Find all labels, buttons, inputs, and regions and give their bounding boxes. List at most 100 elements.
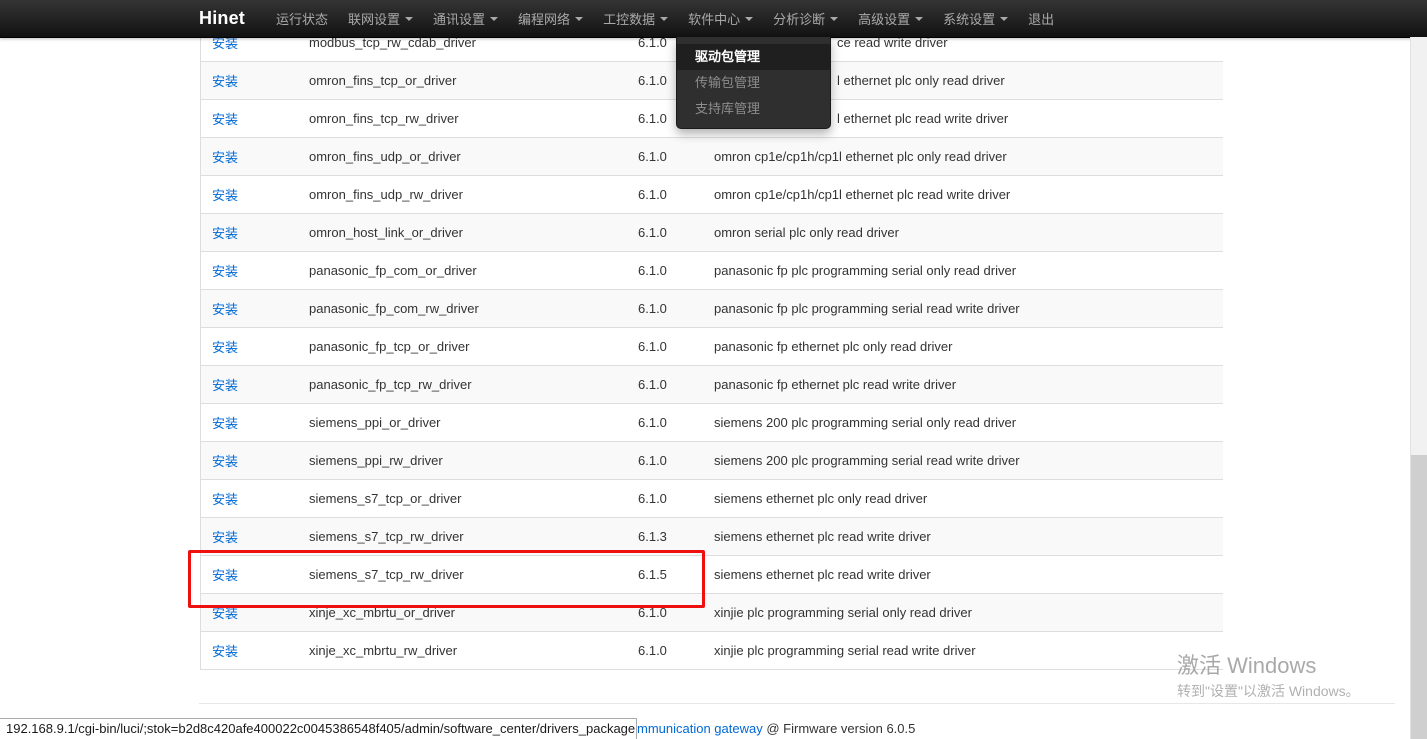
nav-item-label: 运行状态 bbox=[276, 9, 328, 28]
driver-description: panasonic fp ethernet plc read write dri… bbox=[706, 377, 1223, 392]
nav-item-label: 编程网络 bbox=[518, 9, 570, 28]
nav-item-label: 联网设置 bbox=[348, 9, 400, 28]
nav-item-label: 软件中心 bbox=[688, 9, 740, 28]
vertical-scrollbar-track[interactable] bbox=[1410, 37, 1427, 739]
table-row: 安装siemens_ppi_or_driver6.1.0siemens 200 … bbox=[201, 404, 1223, 442]
nav-item-industrial-data[interactable]: 工控数据 bbox=[593, 0, 678, 37]
table-row: 安装omron_fins_udp_or_driver6.1.0omron cp1… bbox=[201, 138, 1223, 176]
table-row: 安装 xinje_xc_mbrtu_rw_driver6.1.0xinjie pl… bbox=[201, 632, 1223, 670]
driver-description: panasonic fp plc programming serial only… bbox=[706, 263, 1223, 278]
driver-version: 6.1.0 bbox=[631, 377, 706, 392]
driver-name: panasonic_fp_com_or_driver bbox=[301, 263, 631, 278]
driver-name: panasonic_fp_com_rw_driver bbox=[301, 301, 631, 316]
install-link[interactable]: 安装 bbox=[212, 606, 238, 621]
top-navbar: Hinet 运行状态联网设置通讯设置编程网络工控数据软件中心分析诊断高级设置系统… bbox=[0, 0, 1427, 38]
install-link[interactable]: 安装 bbox=[212, 36, 238, 51]
table-row: 安装siemens_s7_tcp_rw_driver6.1.3siemens e… bbox=[201, 518, 1223, 556]
driver-description: siemens ethernet plc only read driver bbox=[706, 491, 1223, 506]
driver-description: xinjie plc programming serial only read … bbox=[706, 605, 1223, 620]
driver-name: siemens_s7_tcp_or_driver bbox=[301, 491, 631, 506]
nav-item-software-center[interactable]: 软件中心 bbox=[678, 0, 763, 37]
table-row: 安装omron_host_link_or_driver6.1.0omron se… bbox=[201, 214, 1223, 252]
driver-description: xinjie plc programming serial read write… bbox=[706, 643, 1223, 658]
dropdown-item-driver-package[interactable]: 驱动包管理 bbox=[677, 44, 830, 70]
table-row: 安装siemens_s7_tcp_or_driver6.1.0siemens e… bbox=[201, 480, 1223, 518]
install-cell: 安装 bbox=[201, 185, 301, 204]
driver-name: panasonic_fp_tcp_rw_driver bbox=[301, 377, 631, 392]
dropdown-item-support-library[interactable]: 支持库管理 bbox=[677, 96, 830, 122]
table-row: 安装 siemens_s7_tcp_rw_driver6.1.5siemens e… bbox=[201, 556, 1223, 594]
driver-description: omron cp1e/cp1h/cp1l ethernet plc read w… bbox=[706, 187, 1223, 202]
driver-description: siemens ethernet plc read write driver bbox=[706, 567, 1223, 582]
install-cell: 安装 bbox=[201, 147, 301, 166]
table-row: 安装panasonic_fp_tcp_or_driver6.1.0panason… bbox=[201, 328, 1223, 366]
vertical-scrollbar-thumb[interactable] bbox=[1411, 455, 1427, 739]
driver-version: 6.1.0 bbox=[631, 263, 706, 278]
driver-name: xinje_xc_mbrtu_rw_driver bbox=[301, 643, 631, 658]
table-row: 安装 xinje_xc_mbrtu_or_driver6.1.0xinjie pl… bbox=[201, 594, 1223, 632]
driver-version: 6.1.0 bbox=[631, 225, 706, 240]
nav-item-run-status[interactable]: 运行状态 bbox=[266, 0, 338, 37]
install-cell: 安装 bbox=[201, 299, 301, 318]
driver-name: siemens_s7_tcp_rw_driver bbox=[301, 529, 631, 544]
install-link[interactable]: 安装 bbox=[212, 302, 238, 317]
install-link[interactable]: 安装 bbox=[212, 530, 238, 545]
nav-item-comm-setup[interactable]: 通讯设置 bbox=[423, 0, 508, 37]
nav-item-prog-network[interactable]: 编程网络 bbox=[508, 0, 593, 37]
install-cell: 安装 bbox=[201, 565, 301, 584]
driver-version: 6.1.0 bbox=[631, 453, 706, 468]
nav-item-label: 分析诊断 bbox=[773, 9, 825, 28]
footer-text: mmunication gateway @ Firmware version 6… bbox=[637, 721, 915, 736]
install-link[interactable]: 安装 bbox=[212, 74, 238, 89]
driver-version: 6.1.0 bbox=[631, 339, 706, 354]
install-cell: 安装 bbox=[201, 337, 301, 356]
install-link[interactable]: 安装 bbox=[212, 568, 238, 583]
driver-name: omron_fins_udp_or_driver bbox=[301, 149, 631, 164]
install-link[interactable]: 安装 bbox=[212, 150, 238, 165]
nav-item-network-setup[interactable]: 联网设置 bbox=[338, 0, 423, 37]
driver-name: panasonic_fp_tcp_or_driver bbox=[301, 339, 631, 354]
page: { "navbar": { "brand": "Hinet", "items":… bbox=[0, 0, 1427, 739]
install-cell: 安装 bbox=[201, 603, 301, 622]
caret-down-icon bbox=[745, 17, 753, 21]
caret-down-icon bbox=[490, 17, 498, 21]
software-center-dropdown: 驱动包管理传输包管理支持库管理 bbox=[676, 37, 831, 129]
install-link[interactable]: 安装 bbox=[212, 416, 238, 431]
driver-name: xinje_xc_mbrtu_or_driver bbox=[301, 605, 631, 620]
driver-version: 6.1.0 bbox=[631, 605, 706, 620]
nav-item-label: 退出 bbox=[1028, 9, 1054, 28]
driver-description: siemens 200 plc programming serial only … bbox=[706, 415, 1223, 430]
table-row: 安装 panasonic_fp_com_or_driver6.1.0panason… bbox=[201, 252, 1223, 290]
install-link[interactable]: 安装 bbox=[212, 112, 238, 127]
driver-description: omron cp1e/cp1h/cp1l ethernet plc only r… bbox=[706, 149, 1223, 164]
nav-item-advanced-setup[interactable]: 高级设置 bbox=[848, 0, 933, 37]
dropdown-item-transfer-package[interactable]: 传输包管理 bbox=[677, 70, 830, 96]
driver-name: omron_host_link_or_driver bbox=[301, 225, 631, 240]
install-link[interactable]: 安装 bbox=[212, 644, 238, 659]
driver-name: siemens_s7_tcp_rw_driver bbox=[301, 567, 631, 582]
gateway-link[interactable]: mmunication gateway bbox=[637, 721, 763, 736]
nav-item-label: 工控数据 bbox=[603, 9, 655, 28]
nav-item-analysis-diag[interactable]: 分析诊断 bbox=[763, 0, 848, 37]
driver-name: omron_fins_tcp_rw_driver bbox=[301, 111, 631, 126]
nav-item-label: 系统设置 bbox=[943, 9, 995, 28]
caret-down-icon bbox=[915, 17, 923, 21]
table-row: 安装omron_fins_udp_rw_driver6.1.0omron cp1… bbox=[201, 176, 1223, 214]
install-link[interactable]: 安装 bbox=[212, 378, 238, 393]
driver-version: 6.1.0 bbox=[631, 643, 706, 658]
install-link[interactable]: 安装 bbox=[212, 264, 238, 279]
install-cell: 安装 bbox=[201, 223, 301, 242]
install-cell: 安装 bbox=[201, 527, 301, 546]
nav-item-system-setup[interactable]: 系统设置 bbox=[933, 0, 1018, 37]
driver-version: 6.1.3 bbox=[631, 529, 706, 544]
nav-item-logout[interactable]: 退出 bbox=[1018, 0, 1064, 37]
nav-item-label: 高级设置 bbox=[858, 9, 910, 28]
install-cell: 安装 bbox=[201, 375, 301, 394]
install-link[interactable]: 安装 bbox=[212, 492, 238, 507]
install-link[interactable]: 安装 bbox=[212, 340, 238, 355]
install-link[interactable]: 安装 bbox=[212, 188, 238, 203]
footer-divider bbox=[199, 703, 1395, 704]
driver-version: 6.1.5 bbox=[631, 567, 706, 582]
install-link[interactable]: 安装 bbox=[212, 454, 238, 469]
install-link[interactable]: 安装 bbox=[212, 226, 238, 241]
